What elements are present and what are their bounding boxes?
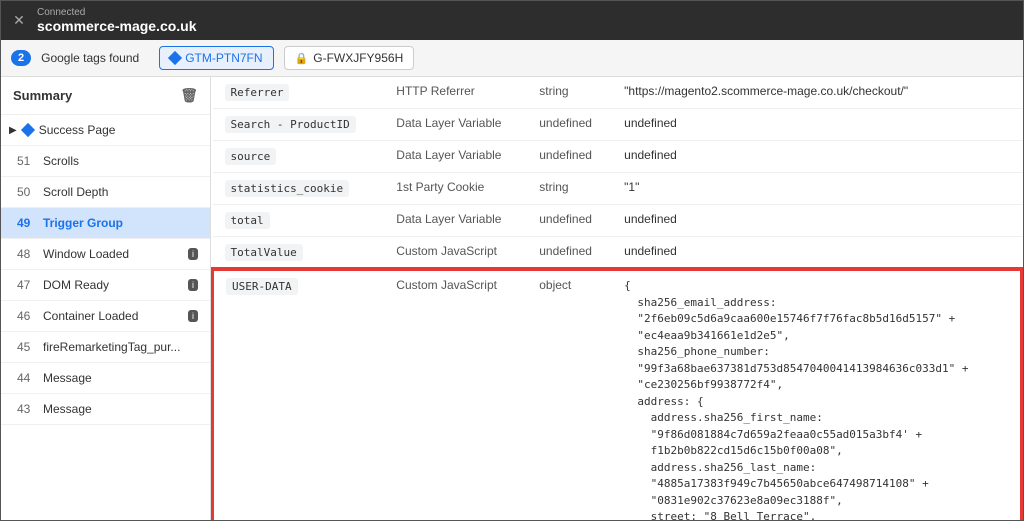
var-name: Search - ProductID [225, 116, 356, 133]
item-number: 46 [17, 309, 37, 323]
sidebar-item-message-43[interactable]: 43 Message [1, 394, 210, 425]
datatype-cell: string [527, 173, 612, 205]
item-number: 51 [17, 154, 37, 168]
var-name: statistics_cookie [225, 180, 350, 197]
table-row: source Data Layer Variable undefined und… [213, 141, 1022, 173]
type-cell: Custom JavaScript [384, 237, 527, 270]
sidebar: Summary 🗑 ▶ Success Page 51 Scrolls 50 S… [1, 77, 211, 520]
value-cell: "https://magento2.scommerce-mage.co.uk/c… [612, 77, 1021, 109]
sidebar-item-fire-remarketing[interactable]: 45 fireRemarketingTag_pur... [1, 332, 210, 363]
info-badge: i [188, 310, 198, 322]
type-cell: Data Layer Variable [384, 109, 527, 141]
datatype-cell: undefined [527, 237, 612, 270]
type-cell: Data Layer Variable [384, 205, 527, 237]
sidebar-item-label: Window Loaded [43, 247, 129, 261]
sidebar-item-scroll-depth[interactable]: 50 Scroll Depth [1, 177, 210, 208]
code-block: { sha256_email_address: "2f6eb09c5d6a9ca… [624, 278, 1008, 520]
arrow-icon: ▶ [9, 125, 17, 136]
var-name: source [225, 148, 277, 165]
item-number: 48 [17, 247, 37, 261]
value-cell: undefined [612, 205, 1021, 237]
sidebar-item-success-page[interactable]: ▶ Success Page [1, 115, 210, 146]
close-button[interactable]: ✕ [11, 13, 27, 29]
connected-label: Connected [37, 7, 197, 18]
value-cell: undefined [612, 237, 1021, 270]
table-row: Search - ProductID Data Layer Variable u… [213, 109, 1022, 141]
sidebar-item-label: Container Loaded [43, 309, 138, 323]
info-badge: i [188, 279, 198, 291]
value-cell: "1" [612, 173, 1021, 205]
gtm-tag-button[interactable]: GTM-PTN7FN [159, 46, 273, 70]
sidebar-item-trigger-group[interactable]: 49 Trigger Group [1, 208, 210, 239]
content-area: Referrer HTTP Referrer string "https://m… [211, 77, 1023, 520]
datatype-cell: string [527, 77, 612, 109]
sidebar-item-label: Scrolls [43, 154, 79, 168]
sidebar-item-scrolls[interactable]: 51 Scrolls [1, 146, 210, 177]
datatype-cell: object [527, 270, 612, 521]
diamond-icon [168, 51, 182, 65]
lock-icon: 🔒 [295, 52, 309, 65]
gtm-tag-label: GTM-PTN7FN [185, 51, 262, 65]
domain-label: scommerce-mage.co.uk [37, 18, 197, 34]
table-row: TotalValue Custom JavaScript undefined u… [213, 237, 1022, 270]
diamond-icon [21, 123, 35, 137]
sidebar-header: Summary 🗑 [1, 77, 210, 115]
tags-count-badge: 2 [11, 50, 31, 66]
item-number: 45 [17, 340, 37, 354]
sidebar-item-label: Success Page [39, 123, 116, 137]
sidebar-item-message-44[interactable]: 44 Message [1, 363, 210, 394]
item-number: 50 [17, 185, 37, 199]
user-data-row: USER-DATA Custom JavaScript object { sha… [213, 270, 1022, 521]
summary-label: Summary [13, 88, 72, 103]
datatype-cell: undefined [527, 205, 612, 237]
ga-tag-label: G-FWXJFY956H [313, 51, 403, 65]
sidebar-item-dom-ready[interactable]: 47 DOM Ready i [1, 270, 210, 301]
item-number: 49 [17, 216, 37, 230]
sidebar-item-window-loaded[interactable]: 48 Window Loaded i [1, 239, 210, 270]
value-cell: { sha256_email_address: "2f6eb09c5d6a9ca… [612, 270, 1021, 521]
sidebar-item-label: DOM Ready [43, 278, 109, 292]
var-name: USER-DATA [226, 278, 298, 295]
item-number: 47 [17, 278, 37, 292]
value-cell: undefined [612, 141, 1021, 173]
variables-table: Referrer HTTP Referrer string "https://m… [211, 77, 1023, 520]
table-row: statistics_cookie 1st Party Cookie strin… [213, 173, 1022, 205]
datatype-cell: undefined [527, 109, 612, 141]
delete-icon[interactable]: 🗑 [180, 87, 198, 104]
var-name: TotalValue [225, 244, 303, 261]
ga-tag-button[interactable]: 🔒 G-FWXJFY956H [284, 46, 415, 70]
sidebar-item-label: Message [43, 402, 92, 416]
sidebar-item-label: Message [43, 371, 92, 385]
var-name: total [225, 212, 270, 229]
item-number: 43 [17, 402, 37, 416]
type-cell: Data Layer Variable [384, 141, 527, 173]
item-number: 44 [17, 371, 37, 385]
var-name: Referrer [225, 84, 290, 101]
type-cell: 1st Party Cookie [384, 173, 527, 205]
info-badge: i [188, 248, 198, 260]
table-row: total Data Layer Variable undefined unde… [213, 205, 1022, 237]
type-cell: Custom JavaScript [384, 270, 527, 521]
connection-info: Connected scommerce-mage.co.uk [37, 7, 197, 34]
datatype-cell: undefined [527, 141, 612, 173]
type-cell: HTTP Referrer [384, 77, 527, 109]
sidebar-item-label: fireRemarketingTag_pur... [43, 340, 180, 354]
tags-found-label: Google tags found [41, 51, 139, 65]
sidebar-item-label: Trigger Group [43, 216, 123, 230]
value-cell: undefined [612, 109, 1021, 141]
sidebar-item-container-loaded[interactable]: 46 Container Loaded i [1, 301, 210, 332]
table-row: Referrer HTTP Referrer string "https://m… [213, 77, 1022, 109]
sidebar-item-label: Scroll Depth [43, 185, 108, 199]
